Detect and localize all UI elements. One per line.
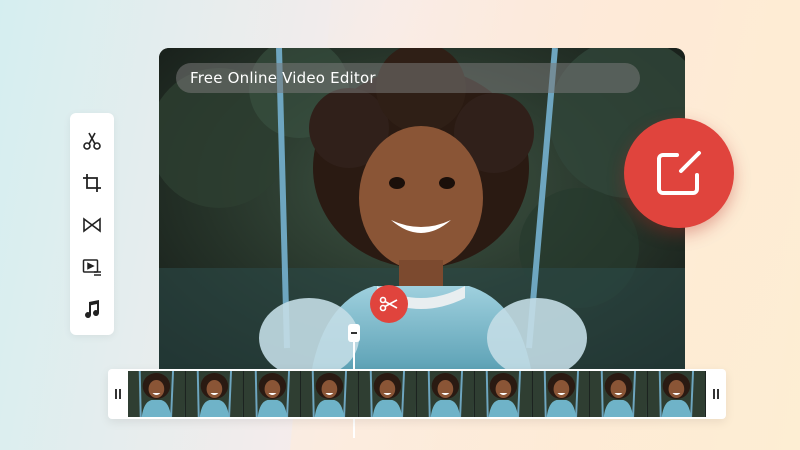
video-title-pill: Free Online Video Editor xyxy=(176,63,640,93)
scissors-icon[interactable] xyxy=(80,129,104,153)
editing-toolbar xyxy=(70,113,114,335)
playhead-handle[interactable] xyxy=(348,324,360,342)
video-subtitle-icon[interactable] xyxy=(80,255,104,279)
edit-square-icon xyxy=(657,151,701,195)
split-cut-button[interactable] xyxy=(370,285,408,323)
scissors-icon xyxy=(379,296,398,312)
timeline-frame-thumbnail xyxy=(128,371,186,417)
timeline-frame-thumbnail xyxy=(359,371,417,417)
timeline-frame-thumbnail xyxy=(590,371,649,417)
timeline-frame-thumbnail xyxy=(243,371,302,417)
transition-icon[interactable] xyxy=(80,213,104,237)
timeline-frame-thumbnail xyxy=(416,371,475,417)
video-preview[interactable] xyxy=(159,48,685,388)
edit-badge[interactable] xyxy=(624,118,734,228)
timeline-frame-thumbnail xyxy=(648,371,706,417)
crop-icon[interactable] xyxy=(80,171,104,195)
music-note-icon[interactable] xyxy=(80,297,104,321)
timeline-frame-thumbnail xyxy=(474,371,533,417)
video-scene-image xyxy=(159,48,685,388)
timeline-strip[interactable] xyxy=(108,369,726,419)
timeline-frame-thumbnail xyxy=(532,371,591,417)
timeline-frames xyxy=(128,371,706,417)
timeline-frame-thumbnail xyxy=(185,371,244,417)
timeline-frame-thumbnail xyxy=(301,371,360,417)
timeline-start-handle[interactable] xyxy=(108,369,128,419)
timeline-end-handle[interactable] xyxy=(706,369,726,419)
